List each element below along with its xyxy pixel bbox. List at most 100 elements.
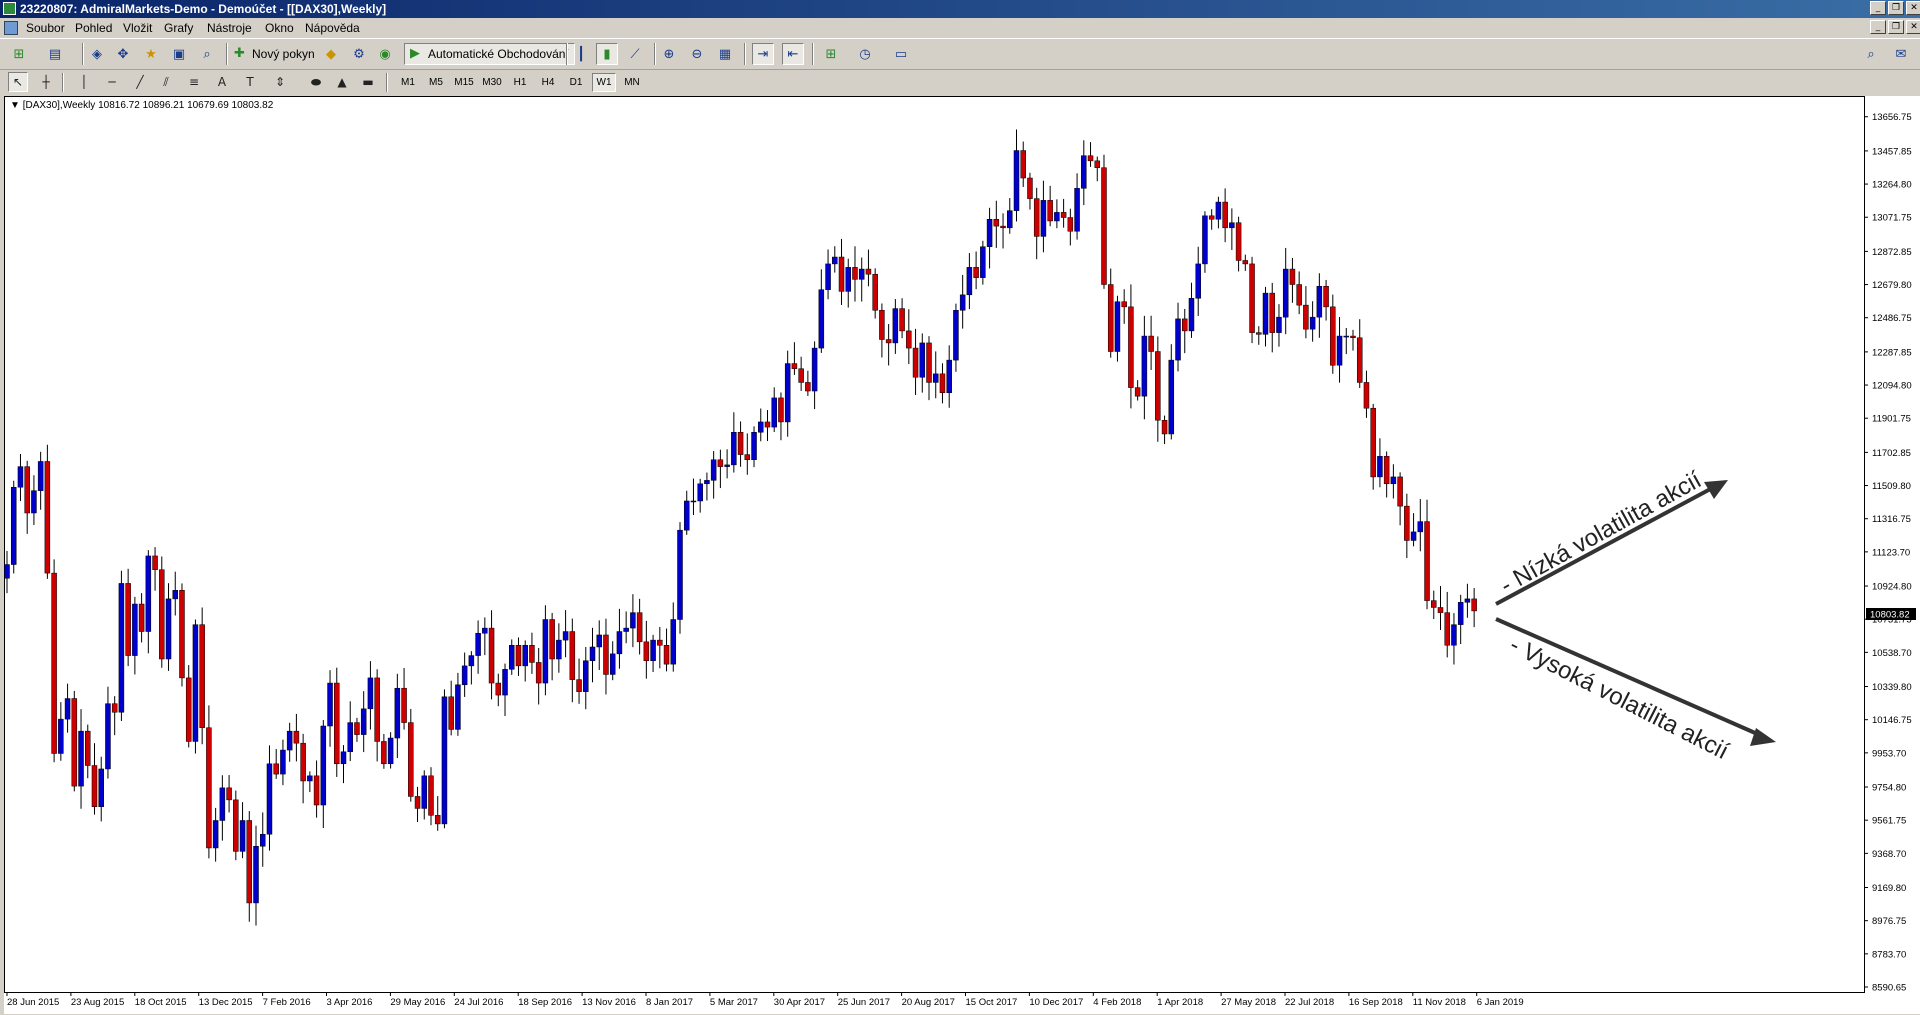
data-window-icon[interactable]: ✥	[112, 43, 134, 65]
zoom-out-icon[interactable]: ⊖	[686, 43, 708, 65]
y-tick-label: 10538.70	[1872, 648, 1912, 659]
y-tick-label: 12679.80	[1872, 280, 1912, 291]
new-order-button[interactable]: ✚ Nový pokyn	[234, 43, 315, 65]
candle-body	[838, 256, 845, 292]
timeframe-h4[interactable]: H4	[536, 73, 560, 92]
search-icon[interactable]: ⌕	[1860, 43, 1882, 65]
candle-body	[1007, 210, 1013, 229]
timeframe-m1[interactable]: M1	[396, 73, 420, 92]
menu-okno[interactable]: Okno	[265, 21, 294, 35]
vertical-line-icon[interactable]: │	[74, 72, 94, 92]
timeframe-m15[interactable]: M15	[452, 73, 476, 92]
timeframe-mn[interactable]: MN	[620, 73, 644, 92]
text-label-icon[interactable]: T	[240, 72, 260, 92]
candle-body	[623, 627, 629, 632]
timeframe-d1[interactable]: D1	[564, 73, 588, 92]
equidistant-channel-icon[interactable]: ⫽	[156, 72, 176, 92]
doc-minimize-button[interactable]: _	[1870, 20, 1886, 34]
metaeditor-icon[interactable]: ◆	[320, 43, 342, 65]
menu-grafy[interactable]: Grafy	[164, 21, 193, 35]
chart-shift-icon[interactable]: ⇤	[782, 43, 804, 65]
candle-body	[179, 590, 185, 679]
candlestick-chart-icon[interactable]: ▮	[596, 43, 618, 65]
ellipse-icon[interactable]: ⬬	[306, 72, 326, 92]
timeframe-w1[interactable]: W1	[592, 73, 616, 92]
new-chart-icon[interactable]: ⊞	[8, 43, 30, 65]
triangle-icon[interactable]: ▲	[332, 72, 352, 92]
menu-vlozit[interactable]: Vložit	[123, 21, 152, 35]
candle-body	[993, 218, 1000, 227]
candle-body	[307, 775, 313, 782]
candle-body	[986, 218, 993, 247]
crosshair-icon[interactable]: ┼	[36, 72, 56, 92]
menu-napoveda[interactable]: Nápověda	[305, 21, 360, 35]
menu-bar: Soubor Pohled Vložit Grafy Nástroje Okno…	[0, 18, 1920, 39]
candle-body	[798, 368, 804, 383]
profiles-icon[interactable]: ▤	[44, 43, 66, 65]
candle-body	[71, 698, 78, 787]
restore-button[interactable]: ❐	[1888, 1, 1904, 15]
candle-body	[1141, 335, 1148, 397]
close-button[interactable]: ✕	[1906, 1, 1920, 15]
window-titlebar: 23220807: AdmiralMarkets-Demo - Demoúčet…	[0, 0, 1920, 18]
y-tick-label: 8976.75	[1872, 916, 1906, 927]
trendline-icon[interactable]: ╱	[130, 72, 150, 92]
price-chart[interactable]: ▼ [DAX30],Weekly 10816.72 10896.21 10679…	[4, 96, 1920, 1014]
candle-body	[1296, 284, 1302, 306]
candle-body	[1309, 316, 1316, 330]
templates-icon[interactable]: ▭	[890, 43, 912, 65]
current-price-marker: 10803.82	[1866, 608, 1916, 621]
zoom-in-icon[interactable]: ⊕	[658, 43, 680, 65]
candle-body	[24, 466, 30, 514]
candle-body	[535, 662, 542, 684]
signals-icon[interactable]: ◉	[374, 43, 396, 65]
x-tick-label: 23 Aug 2015	[71, 997, 124, 1008]
candle-body	[1094, 160, 1101, 168]
x-tick-label: 30 Apr 2017	[774, 997, 825, 1008]
candle-body	[973, 267, 979, 278]
options-icon[interactable]: ⚙	[348, 43, 370, 65]
doc-restore-button[interactable]: ❐	[1888, 20, 1904, 34]
candle-body	[1410, 531, 1417, 541]
auto-trading-button[interactable]: ▶ Automatické Obchodování	[404, 43, 575, 65]
candle-body	[495, 682, 502, 696]
candle-body	[37, 461, 44, 491]
market-watch-icon[interactable]: ◈	[86, 43, 108, 65]
toolbar-separator	[566, 43, 568, 65]
periods-icon[interactable]: ◷	[854, 43, 876, 65]
auto-scroll-icon[interactable]: ⇥	[752, 43, 774, 65]
minimize-button[interactable]: _	[1870, 1, 1886, 15]
bar-chart-icon[interactable]: ┃	[570, 43, 592, 65]
candle-body	[1033, 198, 1040, 237]
indicators-icon[interactable]: ⊞	[820, 43, 842, 65]
timeframe-m30[interactable]: M30	[480, 73, 504, 92]
line-chart-icon[interactable]: ⟋	[624, 43, 646, 65]
candle-body	[1101, 167, 1107, 285]
y-tick-label: 12287.85	[1872, 347, 1912, 358]
timeframe-m5[interactable]: M5	[424, 73, 448, 92]
candle-body	[455, 684, 461, 730]
candle-body	[1330, 306, 1336, 366]
y-tick-label: 9169.80	[1872, 883, 1906, 894]
timeframe-h1[interactable]: H1	[508, 73, 532, 92]
tile-windows-icon[interactable]: ▦	[714, 43, 736, 65]
document-icon[interactable]	[4, 21, 18, 35]
x-tick-label: 7 Feb 2016	[263, 997, 311, 1008]
candle-body	[340, 751, 347, 765]
arrows-icon[interactable]: ⇕	[270, 72, 290, 92]
terminal-icon[interactable]: ▣	[168, 43, 190, 65]
text-icon[interactable]: A	[212, 72, 232, 92]
menu-soubor[interactable]: Soubor	[26, 21, 65, 35]
strategy-tester-icon[interactable]: ⌕	[196, 43, 218, 65]
horizontal-line-icon[interactable]: ─	[102, 72, 122, 92]
doc-close-button[interactable]: ✕	[1906, 20, 1920, 34]
navigator-icon[interactable]: ★	[140, 43, 162, 65]
y-tick-label: 9561.75	[1872, 816, 1906, 827]
rectangle-icon[interactable]: ▬	[358, 72, 378, 92]
cursor-icon[interactable]: ↖	[8, 72, 28, 92]
fibonacci-icon[interactable]: ≡	[184, 72, 204, 92]
menu-pohled[interactable]: Pohled	[75, 21, 112, 35]
menu-nastroje[interactable]: Nástroje	[207, 21, 252, 35]
candle-body	[1289, 268, 1296, 285]
chat-icon[interactable]: ✉	[1890, 43, 1912, 65]
